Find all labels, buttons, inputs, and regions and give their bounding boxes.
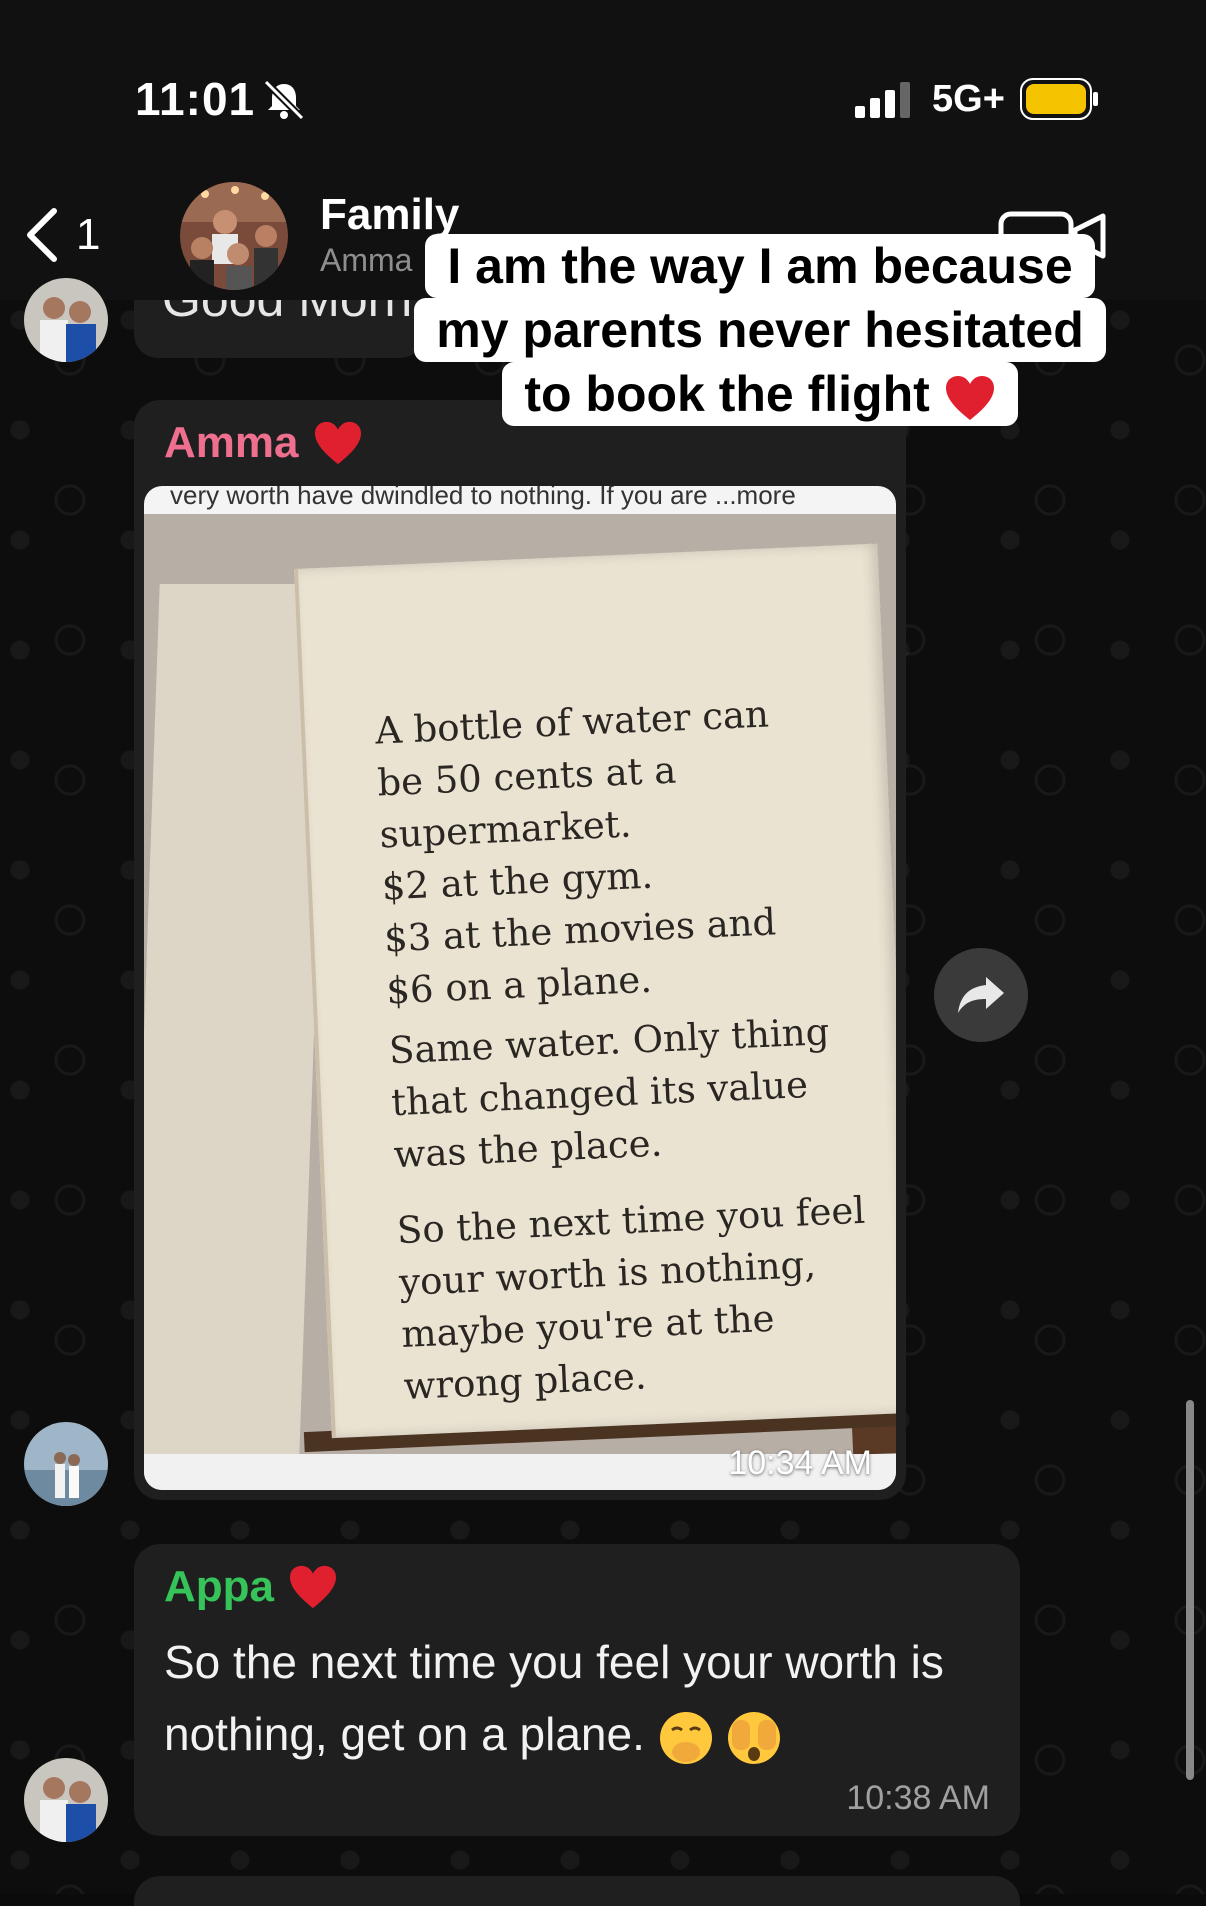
battery-icon	[1020, 78, 1098, 120]
message-text: So the next time you feel your worth is …	[164, 1636, 944, 1760]
signal-icon	[855, 82, 910, 118]
scrollbar[interactable]	[1186, 1400, 1194, 1780]
message-text-wrap: So the next time you feel your worth is …	[164, 1626, 1004, 1770]
chevron-left-icon	[27, 208, 57, 262]
post-preview-text: very worth have dwindled to nothing. If …	[170, 486, 796, 510]
heart-icon	[290, 1565, 336, 1609]
heart-icon	[945, 375, 994, 420]
page-paragraph-3: So the next time you feel your worth is …	[396, 1188, 866, 1408]
caption-line-2: my parents never hesitated	[414, 298, 1106, 362]
message-time: 10:34 AM	[728, 1444, 872, 1482]
book-right-page: A bottle of water can be 50 cents at a s…	[294, 543, 896, 1439]
image-message-bubble[interactable]: Amma very worth have dwindled to nothing…	[134, 400, 906, 1500]
share-arrow-icon	[958, 977, 1004, 1013]
hand-over-mouth-emoji	[659, 1711, 712, 1764]
group-name[interactable]: Family	[320, 190, 459, 240]
network-type: 5G+	[932, 78, 1005, 120]
message-time: 10:38 AM	[846, 1779, 990, 1817]
sender-name: Appa	[164, 1562, 274, 1611]
previous-message-bubble[interactable]: Good Morn	[134, 300, 424, 358]
book-photo: A bottle of water can be 50 cents at a s…	[144, 514, 896, 1454]
previous-message-text: Good Morn	[162, 300, 412, 328]
sender-name-amma[interactable]: Amma	[164, 418, 363, 468]
bell-off-icon	[263, 79, 305, 121]
group-subtitle: Amma	[320, 242, 413, 278]
forward-button[interactable]	[934, 948, 1028, 1042]
page-paragraph-1: A bottle of water can be 50 cents at a s…	[374, 692, 778, 1013]
face-with-open-eyes-and-hand-emoji	[728, 1711, 781, 1764]
shared-image[interactable]: very worth have dwindled to nothing. If …	[144, 486, 896, 1490]
status-time: 11:01	[135, 73, 256, 125]
sender-avatar[interactable]	[24, 278, 108, 362]
caption-line-1: I am the way I am because	[425, 234, 1095, 298]
sender-avatar[interactable]	[24, 1758, 108, 1842]
caption-line-3: to book the flight	[502, 362, 1018, 426]
sender-avatar[interactable]	[24, 1422, 108, 1506]
group-avatar[interactable]	[180, 182, 288, 290]
sender-name: Amma	[164, 418, 299, 467]
unread-count: 1	[76, 210, 101, 259]
text-message-bubble[interactable]: Appa So the next time you feel your wort…	[134, 1544, 1020, 1836]
video-caption: I am the way I am because my parents nev…	[410, 234, 1110, 426]
sender-name-appa[interactable]: Appa	[164, 1562, 338, 1612]
page-paragraph-2: Same water. Only thing that changed its …	[388, 1010, 831, 1177]
next-message-bubble[interactable]	[134, 1876, 1020, 1906]
status-bar: 11:01 5G+	[0, 0, 1206, 180]
caption-line-3-text: to book the flight	[524, 366, 930, 422]
heart-icon	[314, 421, 361, 465]
back-button[interactable]: 1	[22, 200, 100, 270]
